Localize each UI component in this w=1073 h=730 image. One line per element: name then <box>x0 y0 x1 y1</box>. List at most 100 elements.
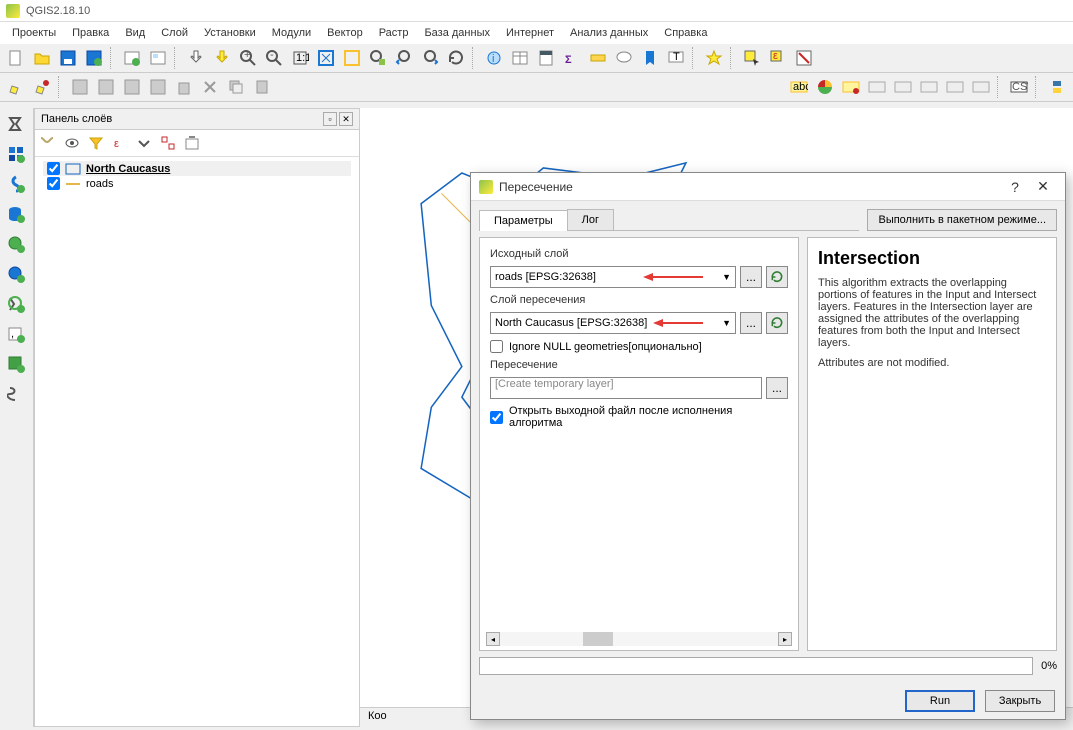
identify-icon[interactable]: i <box>482 46 506 70</box>
batch-mode-button[interactable]: Выполнить в пакетном режиме... <box>867 209 1057 231</box>
tab-log[interactable]: Лог <box>567 209 614 230</box>
dialog-titlebar[interactable]: Пересечение ? ✕ <box>471 173 1065 201</box>
label-show-icon[interactable] <box>891 75 915 99</box>
close-button[interactable]: Закрыть <box>985 690 1055 712</box>
run-button[interactable]: Run <box>905 690 975 712</box>
deselect-icon[interactable] <box>792 46 816 70</box>
intersect-layer-combo[interactable]: North Caucasus [EPSG:32638] ▼ <box>490 312 736 334</box>
intersect-iterate-button[interactable] <box>766 312 788 334</box>
zoom-in-icon[interactable]: + <box>236 46 260 70</box>
menu-raster[interactable]: Растр <box>373 25 415 41</box>
add-delimited-icon[interactable]: , <box>2 320 30 348</box>
output-browse-button[interactable]: ... <box>766 377 788 399</box>
layer-tree[interactable]: North Caucasus roads <box>35 157 359 726</box>
save-project-icon[interactable] <box>56 46 80 70</box>
add-postgis-icon[interactable] <box>2 200 30 228</box>
label-abc-icon[interactable]: abc <box>787 75 811 99</box>
edit-pencil-icon[interactable] <box>4 75 28 99</box>
map-tips-icon[interactable] <box>612 46 636 70</box>
zoom-native-icon[interactable]: 1:1 <box>288 46 312 70</box>
input-iterate-button[interactable] <box>766 266 788 288</box>
style-preset-icon[interactable] <box>37 132 59 154</box>
add-raster-icon[interactable] <box>2 140 30 168</box>
menu-layer[interactable]: Слой <box>155 25 194 41</box>
input-layer-combo[interactable]: roads [EPSG:32638] ▼ <box>490 266 736 288</box>
layer-row-north-caucasus[interactable]: North Caucasus <box>43 161 351 176</box>
form-hscrollbar[interactable]: ◂ ▸ <box>486 632 792 646</box>
scroll-right-icon[interactable]: ▸ <box>778 632 792 646</box>
saveas-project-icon[interactable] <box>82 46 106 70</box>
layer-row-roads[interactable]: roads <box>43 176 351 191</box>
pan-selection-icon[interactable] <box>210 46 234 70</box>
intersect-browse-button[interactable]: ... <box>740 312 762 334</box>
zoom-selection-icon[interactable] <box>340 46 364 70</box>
menu-plugins[interactable]: Модули <box>266 25 317 41</box>
label-rotate-icon[interactable] <box>943 75 967 99</box>
move-feature-icon[interactable] <box>120 75 144 99</box>
menu-vector[interactable]: Вектор <box>321 25 369 41</box>
tab-parameters[interactable]: Параметры <box>479 210 568 231</box>
zoom-layer-icon[interactable] <box>366 46 390 70</box>
csw-icon[interactable]: CSW <box>1007 75 1031 99</box>
add-spatialite-icon[interactable] <box>2 170 30 198</box>
refresh-icon[interactable] <box>444 46 468 70</box>
zoom-last-icon[interactable] <box>392 46 416 70</box>
cut-icon[interactable] <box>198 75 222 99</box>
open-project-icon[interactable] <box>30 46 54 70</box>
menu-database[interactable]: База данных <box>418 25 496 41</box>
menu-settings[interactable]: Установки <box>198 25 262 41</box>
remove-layer-icon[interactable] <box>181 132 203 154</box>
new-project-icon[interactable] <box>4 46 28 70</box>
add-wfs-icon[interactable] <box>2 290 30 318</box>
dialog-help-icon[interactable]: ? <box>1001 177 1029 197</box>
label-highlight-icon[interactable] <box>839 75 863 99</box>
filter-legend-icon[interactable] <box>61 132 83 154</box>
node-tool-icon[interactable] <box>146 75 170 99</box>
add-feature-icon[interactable] <box>94 75 118 99</box>
layer-checkbox-0[interactable] <box>47 162 60 175</box>
expand-all-icon[interactable] <box>133 132 155 154</box>
expression-filter-icon[interactable]: ε <box>109 132 131 154</box>
panel-close-icon[interactable]: ✕ <box>339 112 353 126</box>
paste-icon[interactable] <box>250 75 274 99</box>
input-browse-button[interactable]: ... <box>740 266 762 288</box>
panel-undock-icon[interactable]: ▫ <box>323 112 337 126</box>
label-pin-icon[interactable] <box>865 75 889 99</box>
menu-projects[interactable]: Проекты <box>6 25 62 41</box>
zoom-next-icon[interactable] <box>418 46 442 70</box>
label-change-icon[interactable] <box>969 75 993 99</box>
select-features-icon[interactable] <box>740 46 764 70</box>
dialog-close-icon[interactable]: ✕ <box>1029 177 1057 197</box>
edit-pencil2-icon[interactable] <box>30 75 54 99</box>
label-move-icon[interactable] <box>917 75 941 99</box>
menu-web[interactable]: Интернет <box>500 25 560 41</box>
zoom-out-icon[interactable]: - <box>262 46 286 70</box>
add-wms-icon[interactable] <box>2 230 30 258</box>
text-annotation-icon[interactable]: T <box>664 46 688 70</box>
menu-processing[interactable]: Анализ данных <box>564 25 654 41</box>
collapse-all-icon[interactable] <box>157 132 179 154</box>
diagram-icon[interactable] <box>813 75 837 99</box>
add-virtual-icon[interactable] <box>2 350 30 378</box>
composer-icon[interactable] <box>146 46 170 70</box>
scroll-left-icon[interactable]: ◂ <box>486 632 500 646</box>
ignore-null-checkbox[interactable] <box>490 340 503 353</box>
attribute-table-icon[interactable] <box>508 46 532 70</box>
save-edits-icon[interactable] <box>68 75 92 99</box>
open-output-checkbox[interactable] <box>490 411 503 424</box>
menu-edit[interactable]: Правка <box>66 25 115 41</box>
add-wcs-icon[interactable] <box>2 260 30 288</box>
field-calc-icon[interactable] <box>534 46 558 70</box>
bookmarks-icon[interactable] <box>638 46 662 70</box>
add-vector-icon[interactable] <box>2 110 30 138</box>
add-oracle-icon[interactable] <box>2 380 30 408</box>
delete-icon[interactable] <box>172 75 196 99</box>
filter-icon[interactable] <box>85 132 107 154</box>
python-icon[interactable] <box>1045 75 1069 99</box>
menu-help[interactable]: Справка <box>658 25 713 41</box>
layout-manager-icon[interactable] <box>120 46 144 70</box>
statistics-icon[interactable]: Σ <box>560 46 584 70</box>
menu-view[interactable]: Вид <box>119 25 151 41</box>
select-expression-icon[interactable]: ε <box>766 46 790 70</box>
output-path-input[interactable]: [Create temporary layer] <box>490 377 762 399</box>
